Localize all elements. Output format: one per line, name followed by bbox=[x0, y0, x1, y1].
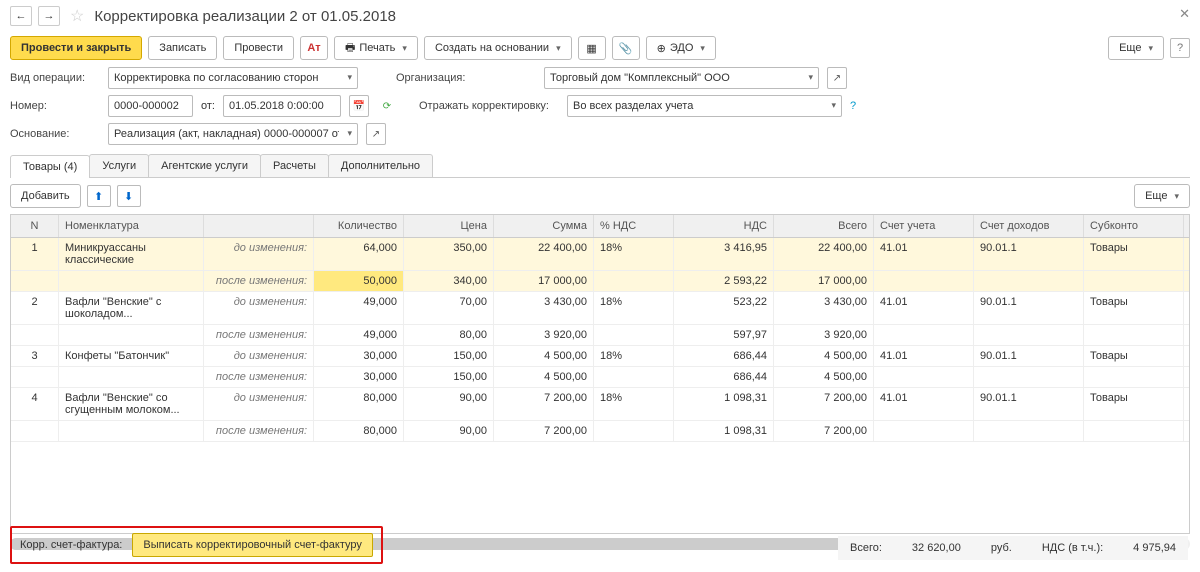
table-row[interactable]: 1 Миникруассаны классические до изменени… bbox=[11, 238, 1189, 271]
table-row-after[interactable]: после изменения: 30,000 150,00 4 500,00 … bbox=[11, 367, 1189, 388]
create-based-button[interactable]: Создать на основании bbox=[424, 36, 572, 60]
move-up-button[interactable]: ⬆ bbox=[87, 185, 111, 207]
link-icon[interactable]: ▦ bbox=[578, 36, 606, 60]
table-row-after[interactable]: после изменения: 80,000 90,00 7 200,00 1… bbox=[11, 421, 1189, 442]
reflect-select[interactable]: Во всех разделах учета bbox=[567, 95, 842, 117]
print-button[interactable]: 🖶 Печать bbox=[334, 36, 418, 60]
tab-calc[interactable]: Расчеты bbox=[260, 154, 329, 177]
tab-goods[interactable]: Товары (4) bbox=[10, 155, 90, 178]
org-select[interactable]: Торговый дом "Комплексный" ООО bbox=[544, 67, 819, 89]
grid-more-button[interactable]: Еще bbox=[1134, 184, 1190, 208]
nav-forward-button[interactable]: → bbox=[38, 6, 60, 26]
total-value: 32 620,00 bbox=[912, 542, 961, 554]
nds-value: 4 975,94 bbox=[1133, 542, 1176, 554]
col-price[interactable]: Цена bbox=[404, 215, 494, 237]
help-hint-icon[interactable]: ? bbox=[850, 100, 856, 112]
goods-table: N Номенклатура Количество Цена Сумма % Н… bbox=[10, 214, 1190, 534]
page-title: Корректировка реализации 2 от 01.05.2018 bbox=[94, 8, 396, 25]
post-button[interactable]: Провести bbox=[223, 36, 294, 60]
close-icon[interactable]: ✕ bbox=[1179, 6, 1190, 22]
table-row[interactable]: 2 Вафли "Венские" с шоколадом... до изме… bbox=[11, 292, 1189, 325]
refresh-icon[interactable]: ⟳ bbox=[377, 95, 397, 117]
basis-open-button[interactable]: ↗ bbox=[366, 123, 386, 145]
col-inc[interactable]: Счет доходов bbox=[974, 215, 1084, 237]
table-row[interactable]: 4 Вафли "Венские" со сгущенным молоком..… bbox=[11, 388, 1189, 421]
edo-button[interactable]: ⊕ ЭДО bbox=[646, 36, 716, 60]
org-open-button[interactable]: ↗ bbox=[827, 67, 847, 89]
attach-icon[interactable]: 📎 bbox=[612, 36, 640, 60]
post-and-close-button[interactable]: Провести и закрыть bbox=[10, 36, 142, 60]
basis-select[interactable]: Реализация (акт, накладная) 0000-000007 … bbox=[108, 123, 358, 145]
calendar-icon[interactable]: 📅 bbox=[349, 95, 369, 117]
col-qty[interactable]: Количество bbox=[314, 215, 404, 237]
num-input[interactable]: 0000-000002 bbox=[108, 95, 193, 117]
totals-bar: Всего: 32 620,00 руб. НДС (в т.ч.): 4 97… bbox=[838, 536, 1188, 560]
org-label: Организация: bbox=[396, 72, 536, 84]
write-corr-invoice-button[interactable]: Выписать корректировочный счет-фактуру bbox=[132, 533, 373, 557]
favorite-star-icon[interactable]: ☆ bbox=[70, 6, 84, 26]
col-nds[interactable]: НДС bbox=[674, 215, 774, 237]
corr-invoice-label: Корр. счет-фактура: bbox=[20, 539, 122, 551]
nav-back-button[interactable]: ← bbox=[10, 6, 32, 26]
col-sum[interactable]: Сумма bbox=[494, 215, 594, 237]
op-type-label: Вид операции: bbox=[10, 72, 100, 84]
col-vatp[interactable]: % НДС bbox=[594, 215, 674, 237]
col-acc[interactable]: Счет учета bbox=[874, 215, 974, 237]
num-label: Номер: bbox=[10, 100, 100, 112]
help-button[interactable]: ? bbox=[1170, 38, 1190, 58]
date-input[interactable]: 01.05.2018 0:00:00 bbox=[223, 95, 341, 117]
col-sub[interactable]: Субконто bbox=[1084, 215, 1184, 237]
table-row-after[interactable]: после изменения: 50,000 340,00 17 000,00… bbox=[11, 271, 1189, 292]
table-row-after[interactable]: после изменения: 49,000 80,00 3 920,00 5… bbox=[11, 325, 1189, 346]
col-n[interactable]: N bbox=[11, 215, 59, 237]
nds-label: НДС (в т.ч.): bbox=[1042, 542, 1103, 554]
op-type-select[interactable]: Корректировка по согласованию сторон bbox=[108, 67, 358, 89]
tab-extra[interactable]: Дополнительно bbox=[328, 154, 433, 177]
col-nom[interactable]: Номенклатура bbox=[59, 215, 204, 237]
from-label: от: bbox=[201, 100, 215, 112]
more-button[interactable]: Еще bbox=[1108, 36, 1164, 60]
tab-services[interactable]: Услуги bbox=[89, 154, 149, 177]
reflect-label: Отражать корректировку: bbox=[419, 100, 559, 112]
table-row[interactable]: 3 Конфеты "Батончик" до изменения: 30,00… bbox=[11, 346, 1189, 367]
move-down-button[interactable]: ⬇ bbox=[117, 185, 141, 207]
col-total[interactable]: Всего bbox=[774, 215, 874, 237]
basis-label: Основание: bbox=[10, 128, 100, 140]
dt-kt-icon[interactable]: Ат bbox=[300, 36, 328, 60]
corr-invoice-highlight: Корр. счет-фактура: Выписать корректиров… bbox=[10, 526, 383, 564]
save-button[interactable]: Записать bbox=[148, 36, 217, 60]
rub-label: руб. bbox=[991, 542, 1012, 554]
tab-agent[interactable]: Агентские услуги bbox=[148, 154, 261, 177]
total-label: Всего: bbox=[850, 542, 882, 554]
add-button[interactable]: Добавить bbox=[10, 184, 81, 208]
